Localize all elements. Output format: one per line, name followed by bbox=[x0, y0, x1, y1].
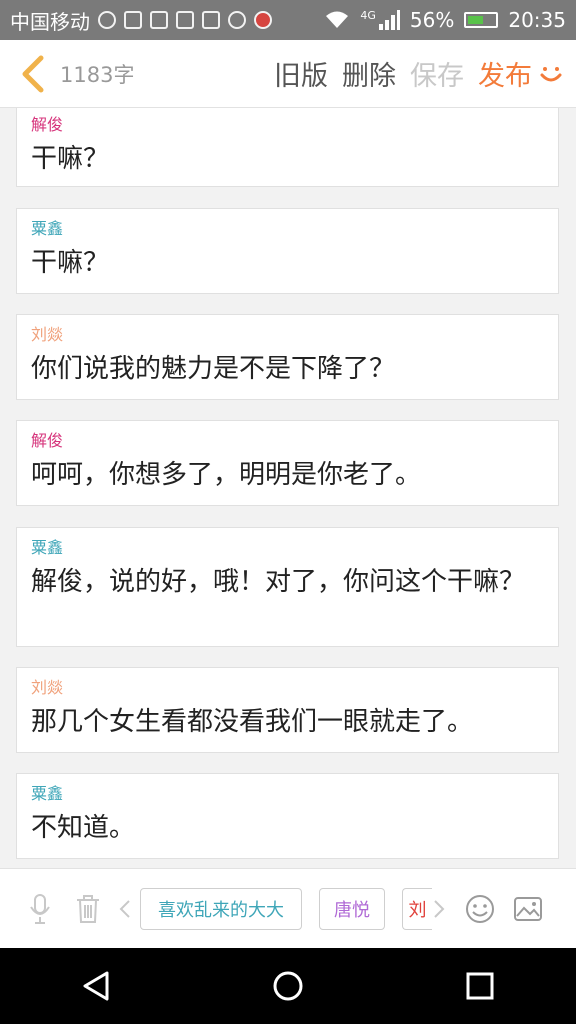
dialogue-card[interactable]: 解俊 干嘛？ bbox=[16, 108, 559, 187]
iqiyi-notification-icon-2 bbox=[176, 11, 194, 29]
chevron-left-icon bbox=[22, 55, 44, 92]
old-version-button[interactable]: 旧版 bbox=[274, 54, 328, 93]
iqiyi-notification-icon bbox=[150, 11, 168, 29]
dialogue-text: 干嘛？ bbox=[31, 144, 110, 174]
character-chip[interactable]: 刘 bbox=[402, 887, 432, 930]
speaker-name: 粟鑫 bbox=[31, 219, 64, 238]
dialogue-card[interactable]: 粟鑫 不知道。 bbox=[16, 773, 559, 859]
dialogue-card[interactable]: 刘燚 那几个女生看都没看我们一眼就走了。 bbox=[16, 667, 559, 753]
trash-icon[interactable] bbox=[68, 894, 108, 924]
dialogue-card[interactable]: 粟鑫 干嘛？ bbox=[16, 208, 559, 294]
character-chip[interactable]: 喜欢乱来的大大 bbox=[140, 887, 302, 930]
system-navigation-bar bbox=[0, 948, 576, 1024]
clock: 20:35 bbox=[508, 8, 566, 32]
editor-header: 1183字 旧版 删除 保存 发布 bbox=[0, 40, 576, 108]
wifi-icon bbox=[326, 11, 349, 28]
dialogue-text: 解俊，说的好，哦！对了，你问这个干嘛？ bbox=[31, 567, 526, 597]
app-notification-icon bbox=[202, 11, 220, 29]
video-notification-icon bbox=[254, 11, 272, 29]
dialogue-text: 呵呵，你想多了，明明是你老了。 bbox=[31, 460, 422, 490]
speaker-name: 粟鑫 bbox=[31, 538, 64, 557]
back-triangle-icon[interactable] bbox=[79, 969, 113, 1003]
character-chip[interactable]: 唐悦 bbox=[319, 887, 385, 930]
dialogue-text: 那几个女生看都没看我们一眼就走了。 bbox=[31, 707, 474, 737]
status-bar: 中国移动 4G 56% 20:35 bbox=[0, 0, 576, 40]
home-circle-icon[interactable] bbox=[271, 969, 305, 1003]
word-count: 1183字 bbox=[60, 62, 135, 87]
back-button[interactable] bbox=[10, 52, 54, 96]
publish-button[interactable]: 发布 bbox=[478, 54, 532, 93]
delete-button[interactable]: 删除 bbox=[342, 54, 396, 93]
emoji-icon[interactable] bbox=[462, 894, 498, 924]
dialogue-text: 你们说我的魅力是不是下降了？ bbox=[31, 354, 396, 384]
network-type-label: 4G bbox=[360, 8, 376, 22]
dialogue-list: 解俊 干嘛？ 粟鑫 干嘛？ 刘燚 你们说我的魅力是不是下降了？ 解俊 呵呵，你想… bbox=[0, 108, 576, 868]
carrier-label: 中国移动 bbox=[10, 9, 90, 34]
image-icon[interactable] bbox=[510, 896, 546, 922]
microphone-icon[interactable] bbox=[20, 893, 60, 925]
chevron-left-icon[interactable] bbox=[114, 899, 136, 919]
speaker-name: 解俊 bbox=[31, 431, 64, 450]
editor-toolbar: 喜欢乱来的大大 唐悦 刘 bbox=[0, 868, 576, 948]
app-notification-icon-2 bbox=[228, 11, 246, 29]
speaker-name: 解俊 bbox=[31, 115, 64, 134]
speaker-name: 刘燚 bbox=[31, 325, 64, 344]
speaker-name: 粟鑫 bbox=[31, 784, 64, 803]
speaker-name: 刘燚 bbox=[31, 678, 64, 697]
battery-label: 56% bbox=[409, 8, 455, 32]
chevron-right-icon[interactable] bbox=[432, 899, 446, 919]
gallery-notification-icon bbox=[124, 11, 142, 29]
smile-icon bbox=[540, 66, 562, 81]
dialogue-card[interactable]: 解俊 呵呵，你想多了，明明是你老了。 bbox=[16, 420, 559, 506]
battery-icon bbox=[464, 12, 499, 28]
recent-apps-square-icon[interactable] bbox=[463, 969, 497, 1003]
dialogue-text: 不知道。 bbox=[31, 813, 136, 843]
signal-icon bbox=[378, 10, 400, 30]
save-button[interactable]: 保存 bbox=[410, 54, 464, 93]
notification-icon bbox=[98, 11, 116, 29]
dialogue-card[interactable]: 粟鑫 解俊，说的好，哦！对了，你问这个干嘛？ bbox=[16, 527, 559, 647]
dialogue-text: 干嘛？ bbox=[31, 248, 110, 278]
dialogue-card[interactable]: 刘燚 你们说我的魅力是不是下降了？ bbox=[16, 314, 559, 400]
